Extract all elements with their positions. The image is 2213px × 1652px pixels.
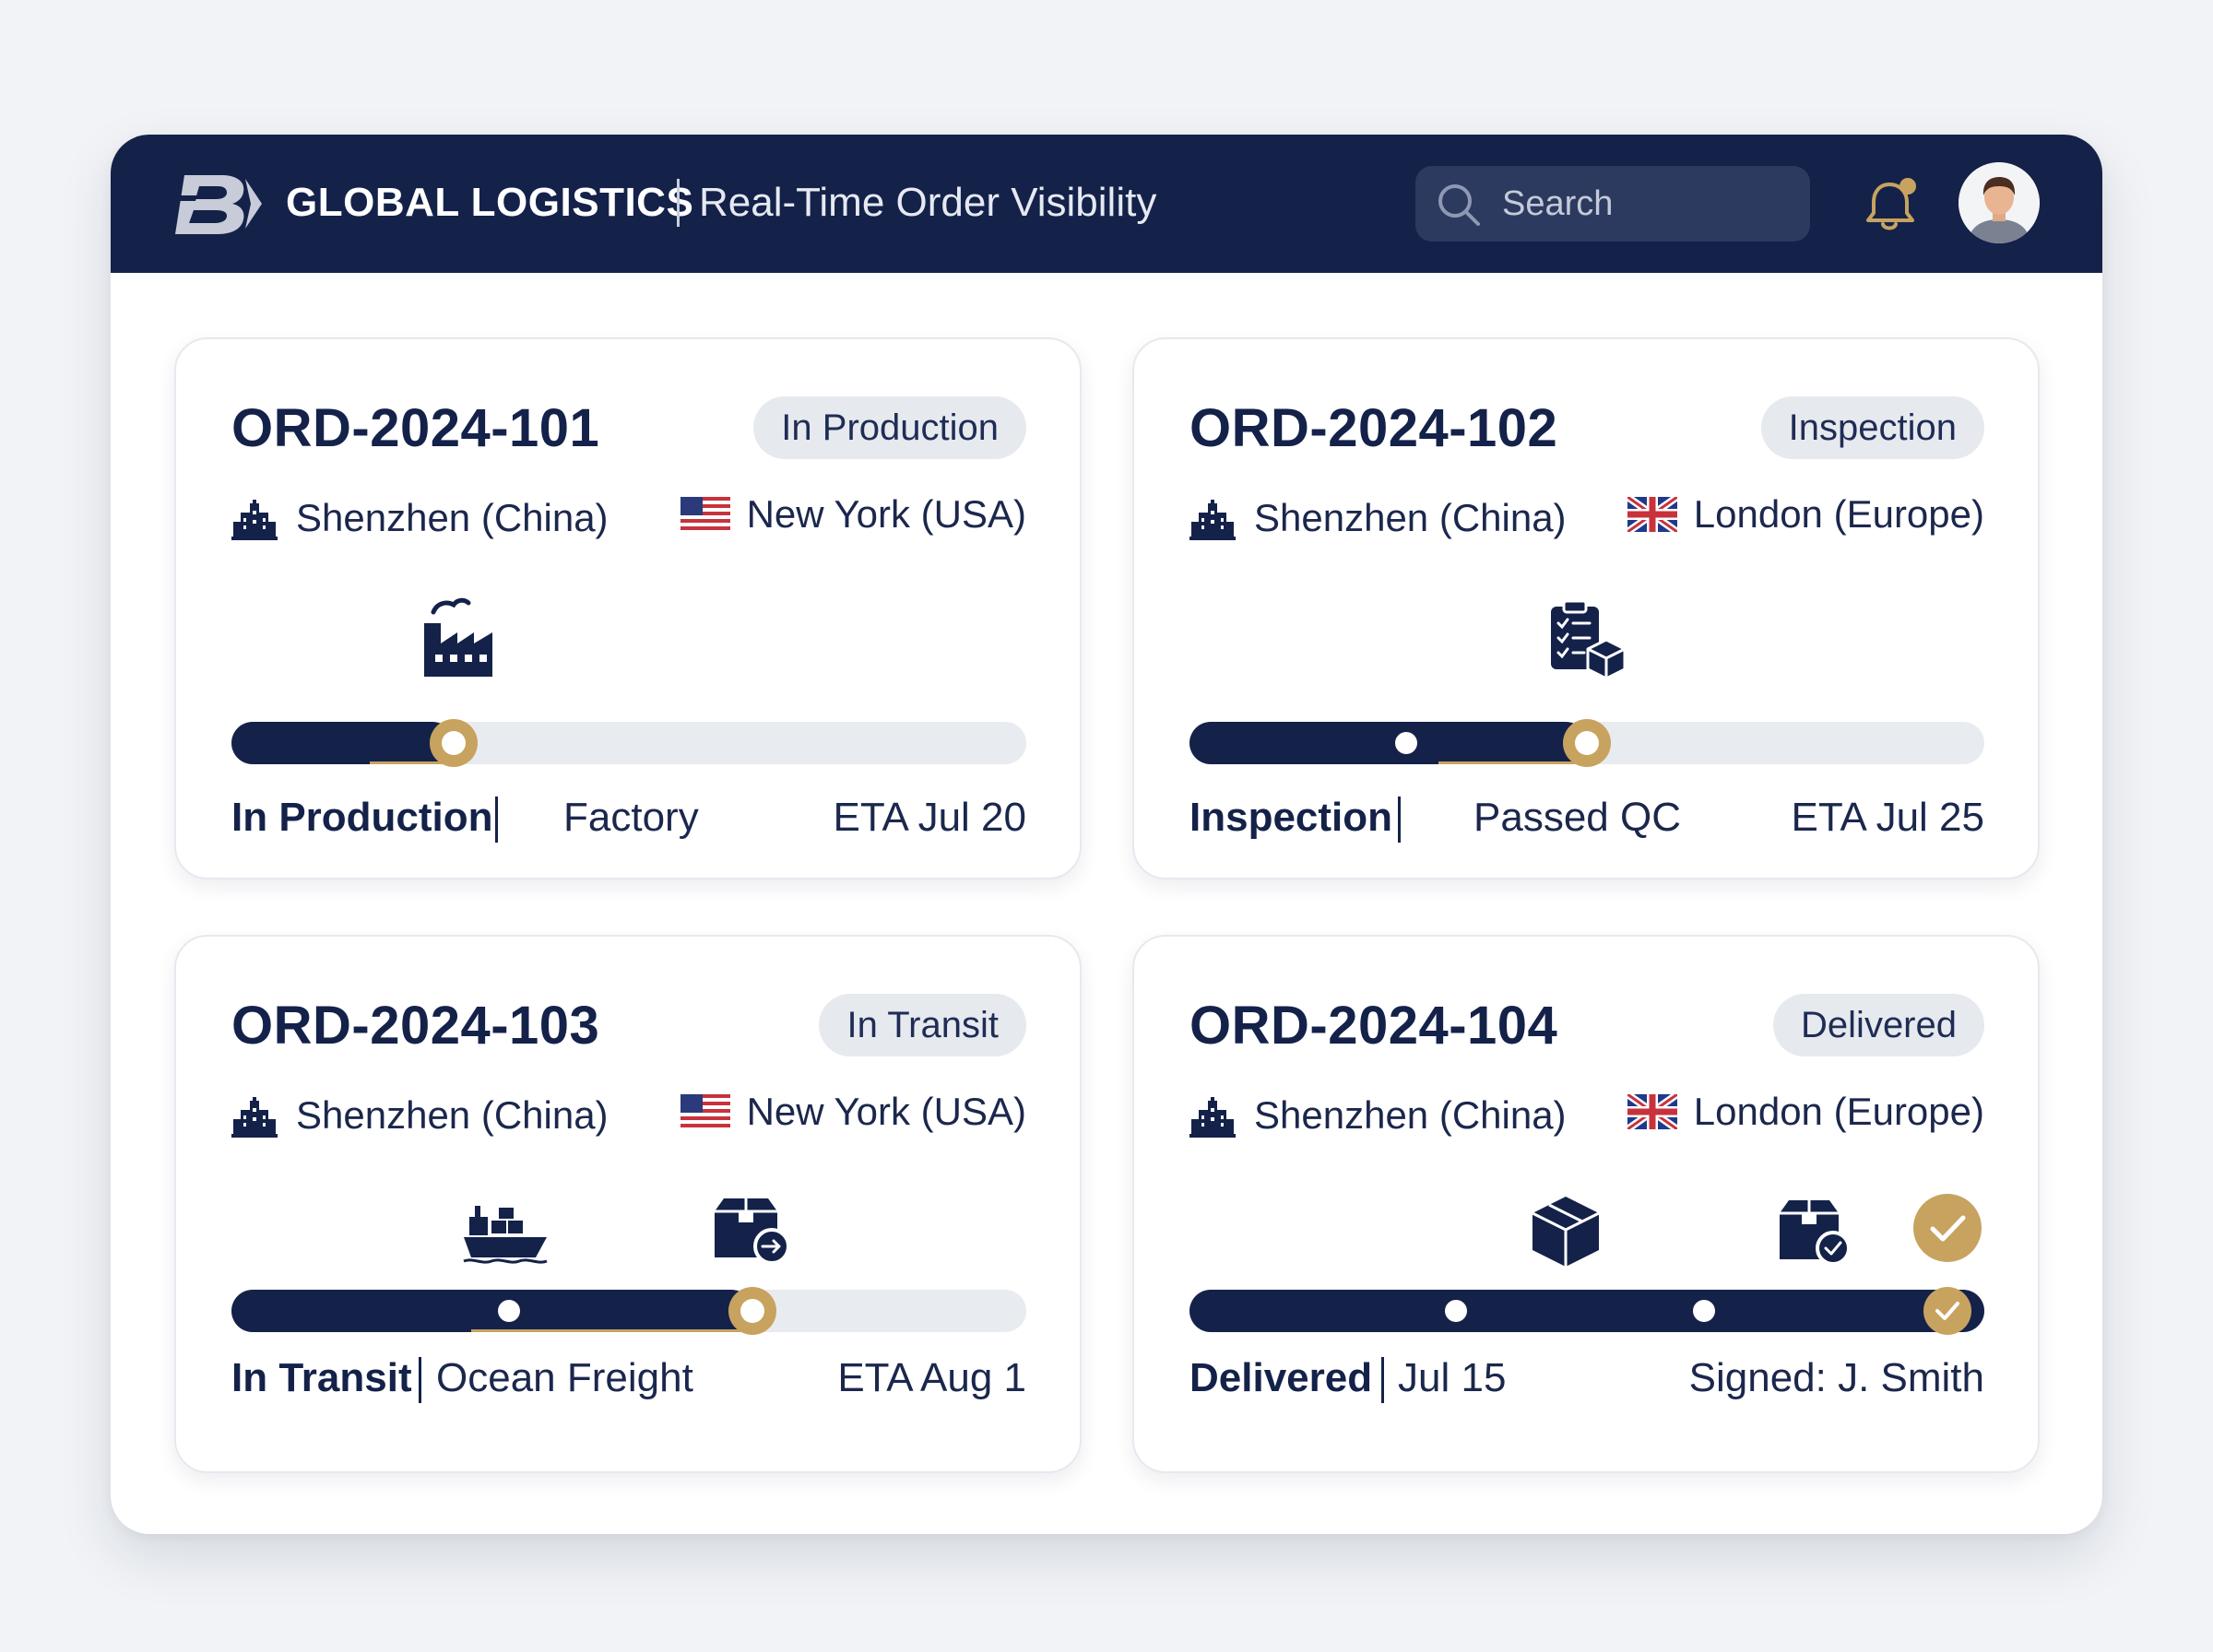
signed-by: Signed: J. Smith <box>1688 1355 1984 1400</box>
top-header: GLOBAL LOGISTICS Real-Time Order Visibil… <box>111 135 2102 273</box>
progress-fill <box>1189 722 1587 764</box>
route: Shenzhen (China) London (Europe) <box>1189 1088 1984 1143</box>
eta: ETA Aug 1 <box>837 1355 1026 1400</box>
order-card[interactable]: ORD-2024-101 In Production Shenzhen (Chi… <box>174 337 1082 879</box>
box-icon <box>1532 1197 1600 1267</box>
destination: London (Europe) <box>1627 1088 1984 1143</box>
order-card[interactable]: ORD-2024-103 In Transit Shenzhen (China) <box>174 935 1082 1473</box>
header-divider <box>677 179 680 227</box>
city-buildings-icon <box>1189 1097 1236 1138</box>
progress-milestone-dot <box>1693 1300 1715 1322</box>
bell-icon[interactable] <box>1859 173 1923 238</box>
progress-fill <box>231 1290 752 1332</box>
status-badge: Delivered <box>1773 994 1984 1056</box>
progress-milestone-dot <box>1395 732 1417 754</box>
progress-knob[interactable] <box>1563 719 1611 767</box>
destination-city: New York (USA) <box>746 1090 1026 1133</box>
package-arrow-icon <box>715 1198 790 1265</box>
search-input[interactable]: Search <box>1415 166 1810 242</box>
route: Shenzhen (China) New York (USA) <box>231 1088 1026 1143</box>
progress-knob[interactable] <box>728 1287 776 1335</box>
order-id: ORD-2024-103 <box>231 996 600 1056</box>
status-detail: Ocean Freight <box>436 1355 693 1400</box>
eta: ETA Jul 20 <box>833 795 1026 840</box>
order-id: ORD-2024-104 <box>1189 996 1558 1056</box>
status-divider <box>1398 796 1401 843</box>
destination: New York (USA) <box>680 1088 1026 1143</box>
order-card[interactable]: ORD-2024-102 Inspection Shenzhen (China) <box>1132 337 2040 879</box>
city-buildings-icon <box>231 1097 278 1138</box>
eta: ETA Jul 25 <box>1791 795 1984 840</box>
progress-gold-trim <box>1438 761 1577 764</box>
status-divider <box>1381 1357 1384 1403</box>
clipboard-box-icon <box>1551 599 1627 680</box>
progress-fill <box>1189 1290 1984 1332</box>
progress-track <box>1189 1287 1984 1335</box>
status-divider <box>495 796 498 843</box>
destination: New York (USA) <box>680 490 1026 546</box>
progress-milestone-dot <box>498 1300 520 1322</box>
status-row: In Production Factory ETA Jul 20 <box>231 791 1026 846</box>
progress-track <box>1189 719 1984 767</box>
status-label: Delivered <box>1189 1355 1373 1400</box>
origin-city: Shenzhen (China) <box>296 496 609 539</box>
order-id: ORD-2024-101 <box>231 398 600 458</box>
progress-milestone-dot <box>1445 1300 1467 1322</box>
progress-track <box>231 719 1026 767</box>
app-window: GLOBAL LOGISTICS Real-Time Order Visibil… <box>111 135 2102 1534</box>
origin-city: Shenzhen (China) <box>1254 1093 1567 1137</box>
destination: London (Europe) <box>1627 490 1984 546</box>
status-row: In Transit Ocean Freight ETA Aug 1 <box>231 1351 1026 1407</box>
status-detail: Jul 15 <box>1398 1355 1507 1400</box>
status-detail: Passed QC <box>1473 795 1681 840</box>
destination-city: London (Europe) <box>1693 492 1984 536</box>
order-card[interactable]: ORD-2024-104 Delivered Shenzhen (China) <box>1132 935 2040 1473</box>
us-flag-icon <box>680 497 730 532</box>
status-label: In Production <box>231 795 493 840</box>
origin-city: Shenzhen (China) <box>296 1093 609 1137</box>
avatar-image <box>1959 162 2040 243</box>
status-detail: Factory <box>563 795 699 840</box>
page-subtitle: Real-Time Order Visibility <box>699 180 1157 225</box>
status-divider <box>419 1357 421 1403</box>
progress-complete-knob[interactable] <box>1923 1287 1971 1335</box>
uk-flag-icon <box>1627 497 1677 532</box>
status-row: Delivered Jul 15 Signed: J. Smith <box>1189 1351 1984 1407</box>
status-label: Inspection <box>1189 795 1393 840</box>
b-logo-icon[interactable] <box>172 170 264 238</box>
status-label: In Transit <box>231 1355 412 1400</box>
destination-city: New York (USA) <box>746 492 1026 536</box>
progress-gold-trim <box>471 1329 748 1332</box>
route: Shenzhen (China) New York (USA) <box>231 490 1026 546</box>
status-badge: Inspection <box>1760 396 1984 459</box>
progress-track <box>231 1287 1026 1335</box>
package-check-icon <box>1780 1200 1851 1266</box>
status-badge: In Production <box>753 396 1026 459</box>
city-buildings-icon <box>231 500 278 540</box>
user-avatar[interactable] <box>1959 162 2040 243</box>
route: Shenzhen (China) London (Europe) <box>1189 490 1984 546</box>
status-badge: In Transit <box>819 994 1026 1056</box>
uk-flag-icon <box>1627 1094 1677 1129</box>
search-placeholder: Search <box>1502 184 1614 223</box>
check-icon <box>1935 1302 1959 1320</box>
us-flag-icon <box>680 1094 730 1129</box>
factory-icon <box>424 597 492 677</box>
ship-icon <box>463 1206 548 1264</box>
city-buildings-icon <box>1189 500 1236 540</box>
check-circle-icon <box>1913 1194 1982 1262</box>
search-icon <box>1438 184 1480 226</box>
origin-city: Shenzhen (China) <box>1254 496 1567 539</box>
status-row: Inspection Passed QC ETA Jul 25 <box>1189 791 1984 846</box>
order-id: ORD-2024-102 <box>1189 398 1558 458</box>
progress-knob[interactable] <box>430 719 478 767</box>
destination-city: London (Europe) <box>1693 1090 1984 1133</box>
progress-fill <box>231 722 454 764</box>
brand-name: GLOBAL LOGISTICS <box>286 180 694 225</box>
